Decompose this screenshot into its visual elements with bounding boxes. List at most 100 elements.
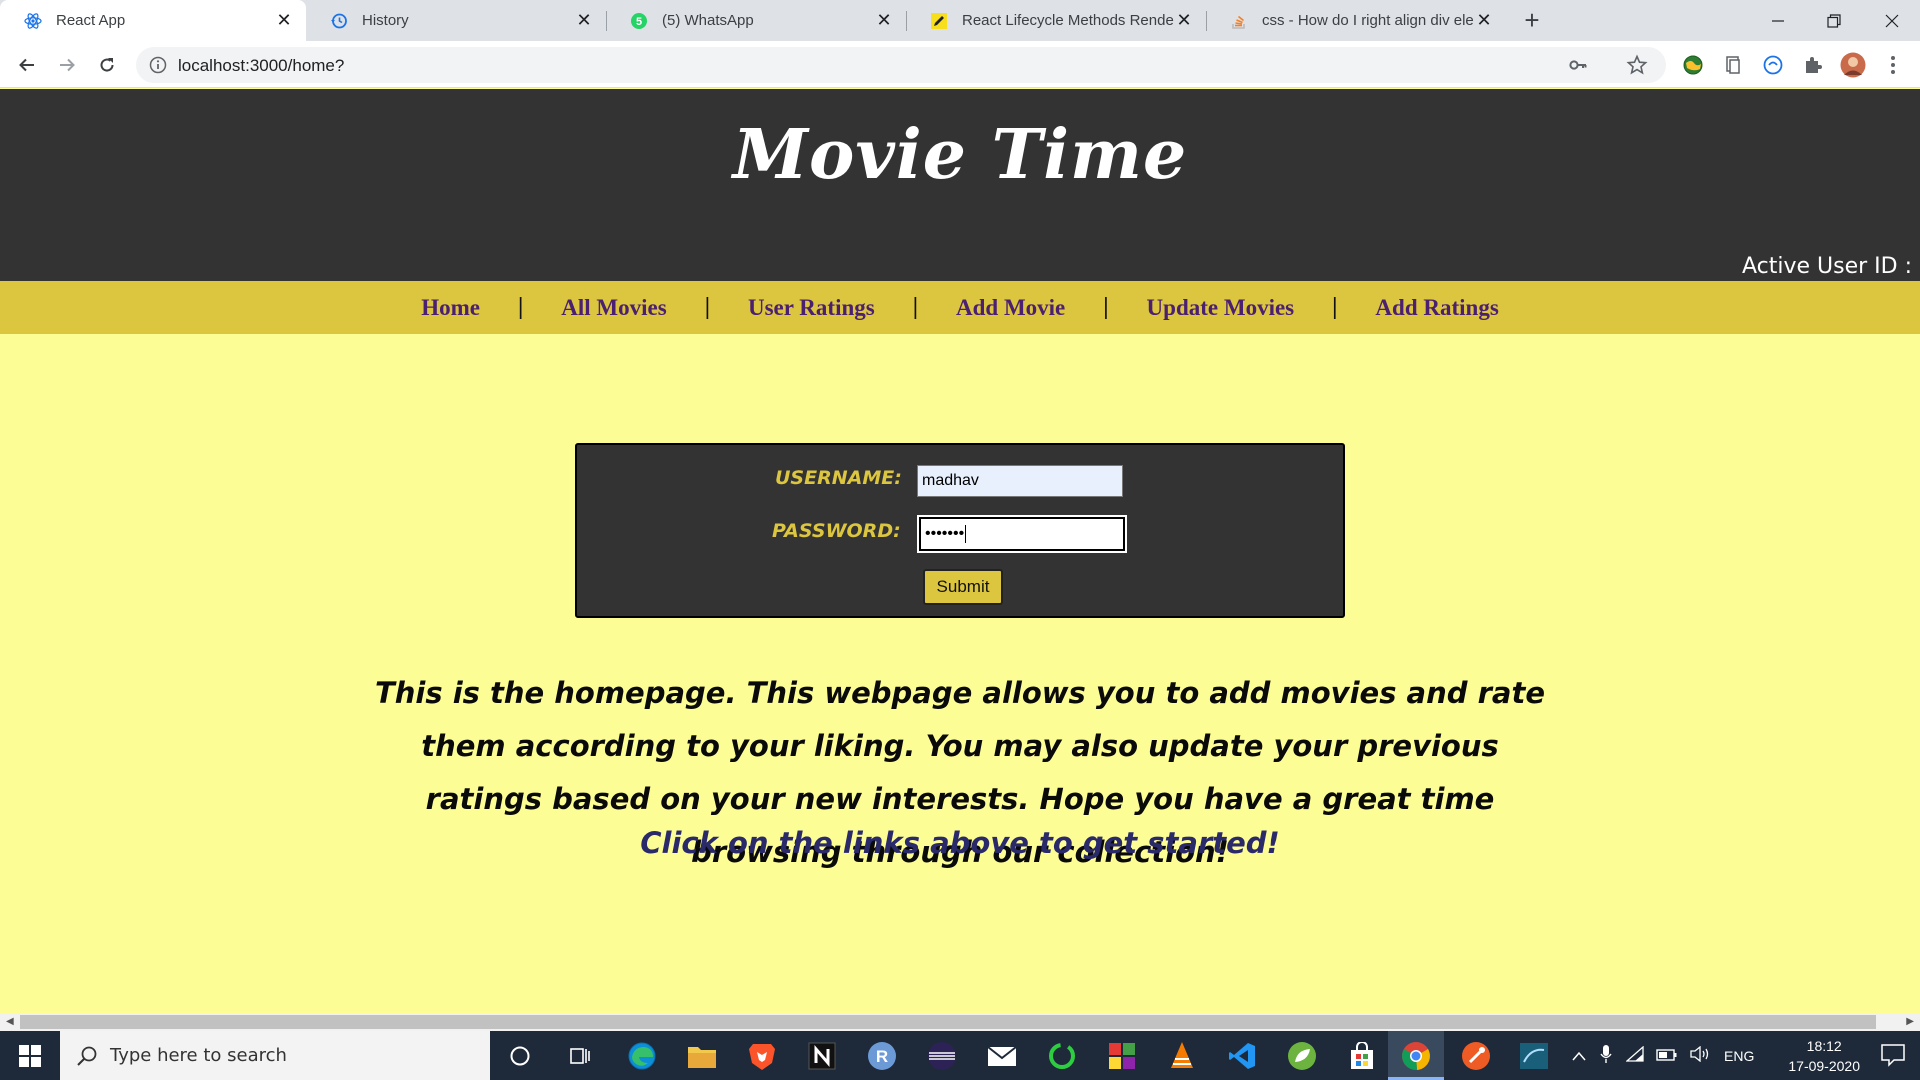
brave-browser-icon[interactable] xyxy=(744,1038,780,1074)
extension-copy-icon[interactable] xyxy=(1722,54,1744,76)
menu-kebab-icon[interactable] xyxy=(1882,54,1904,76)
text-caret xyxy=(965,525,967,543)
cortana-icon[interactable] xyxy=(502,1038,538,1074)
new-tab-button[interactable]: + xyxy=(1518,5,1546,35)
green-circle-app-icon[interactable] xyxy=(1044,1038,1080,1074)
username-value: madhav xyxy=(922,472,979,489)
vlc-player-icon[interactable] xyxy=(1164,1038,1200,1074)
store-bag-icon[interactable] xyxy=(1344,1038,1380,1074)
microphone-icon[interactable] xyxy=(1600,1044,1612,1067)
nav-link-home[interactable]: Home xyxy=(421,295,480,321)
reload-button[interactable] xyxy=(92,50,122,80)
forward-button[interactable] xyxy=(52,50,82,80)
svg-text:5: 5 xyxy=(636,16,642,28)
react-icon xyxy=(24,12,42,30)
nav-link-update-movies[interactable]: Update Movies xyxy=(1147,295,1295,321)
nav-link-all-movies[interactable]: All Movies xyxy=(561,295,666,321)
chrome-browser-icon[interactable] xyxy=(1398,1038,1434,1074)
tab-stackoverflow[interactable]: css - How do I right align div elem ✕ xyxy=(1206,0,1506,41)
notification-icon[interactable] xyxy=(1880,1043,1906,1067)
main-nav: Home | All Movies | User Ratings | Add M… xyxy=(0,281,1920,334)
extension-globe-icon[interactable] xyxy=(1682,54,1704,76)
wifi-icon[interactable] xyxy=(1625,1045,1644,1065)
restore-button[interactable] xyxy=(1806,0,1862,41)
mail-icon[interactable] xyxy=(984,1038,1020,1074)
password-field[interactable]: ••••••• xyxy=(917,515,1127,553)
start-button[interactable] xyxy=(0,1031,60,1080)
spring-tools-icon[interactable] xyxy=(1284,1038,1320,1074)
tab-react-lifecycle[interactable]: React Lifecycle Methods Render / ✕ xyxy=(906,0,1206,41)
stackoverflow-icon xyxy=(1230,12,1248,30)
language-indicator[interactable]: ENG xyxy=(1724,1048,1754,1064)
close-icon[interactable]: ✕ xyxy=(574,10,594,31)
close-icon[interactable]: ✕ xyxy=(1174,10,1194,31)
avatar[interactable] xyxy=(1840,52,1866,78)
task-view-icon[interactable] xyxy=(562,1038,598,1074)
tab-title: React Lifecycle Methods Render / xyxy=(962,12,1174,29)
key-icon[interactable] xyxy=(1568,55,1588,80)
submit-button[interactable]: Submit xyxy=(923,569,1003,605)
extensions-puzzle-icon[interactable] xyxy=(1802,54,1824,76)
chevron-up-icon[interactable] xyxy=(1572,1048,1586,1064)
nav-link-add-ratings[interactable]: Add Ratings xyxy=(1375,295,1498,321)
system-tray: ENG xyxy=(1572,1031,1754,1080)
browser-tab-strip: React App ✕ History ✕ 5 (5) WhatsApp ✕ R… xyxy=(0,0,1920,41)
close-icon[interactable]: ✕ xyxy=(274,10,294,31)
nav-link-user-ratings[interactable]: User Ratings xyxy=(748,295,875,321)
clock-date: 17-09-2020 xyxy=(1788,1058,1860,1074)
url-text: localhost:3000/home? xyxy=(178,56,345,75)
scroll-left-arrow-icon[interactable]: ◀ xyxy=(6,1016,14,1027)
info-icon[interactable] xyxy=(148,55,168,75)
volume-icon[interactable] xyxy=(1690,1045,1710,1065)
scroll-right-arrow-icon[interactable]: ▶ xyxy=(1906,1016,1914,1027)
edge-browser-icon[interactable] xyxy=(624,1038,660,1074)
username-field[interactable]: madhav xyxy=(917,465,1123,497)
password-value: ••••••• xyxy=(925,525,965,542)
bookmark-star-icon[interactable] xyxy=(1626,54,1648,81)
nav-separator: | xyxy=(1103,294,1109,320)
close-window-button[interactable] xyxy=(1864,0,1920,41)
close-icon[interactable]: ✕ xyxy=(1474,10,1494,31)
color-grid-app-icon[interactable] xyxy=(1104,1038,1140,1074)
close-icon[interactable]: ✕ xyxy=(874,10,894,31)
back-button[interactable] xyxy=(12,50,42,80)
minimize-button[interactable] xyxy=(1750,0,1806,41)
nav-separator: | xyxy=(517,294,524,320)
battery-icon[interactable] xyxy=(1656,1048,1678,1064)
r-language-icon[interactable]: R xyxy=(864,1038,900,1074)
tab-history[interactable]: History ✕ xyxy=(306,0,606,41)
eclipse-ide-icon[interactable] xyxy=(924,1038,960,1074)
extension-circle-icon[interactable] xyxy=(1762,54,1784,76)
nav-separator: | xyxy=(704,294,710,320)
browser-toolbar: localhost:3000/home? xyxy=(0,41,1920,88)
pencil-icon xyxy=(930,12,948,30)
address-bar[interactable]: localhost:3000/home? xyxy=(136,47,1666,83)
tab-whatsapp[interactable]: 5 (5) WhatsApp ✕ xyxy=(606,0,906,41)
whatsapp-icon: 5 xyxy=(630,12,648,30)
tab-title: React App xyxy=(56,12,126,29)
taskbar-clock[interactable]: 18:12 17-09-2020 xyxy=(1788,1036,1860,1076)
svg-text:R: R xyxy=(876,1047,888,1066)
horizontal-scrollbar[interactable]: ◀ ▶ xyxy=(0,1013,1920,1031)
site-title: Movie Time xyxy=(732,115,1188,195)
search-placeholder: Type here to search xyxy=(110,1045,287,1066)
mysql-workbench-icon[interactable] xyxy=(1516,1038,1552,1074)
login-form: USERNAME: madhav PASSWORD: ••••••• Submi… xyxy=(575,443,1345,618)
postman-icon[interactable] xyxy=(1458,1038,1494,1074)
scrollbar-thumb[interactable] xyxy=(20,1015,1876,1029)
tab-title: css - How do I right align div elem xyxy=(1262,12,1474,29)
search-icon xyxy=(77,1046,97,1066)
site-header: Movie Time Active User ID : xyxy=(0,89,1920,281)
call-to-action: Click on the links above to get started! xyxy=(640,826,1280,860)
username-label: USERNAME: xyxy=(775,467,902,489)
tab-react-app[interactable]: React App ✕ xyxy=(0,0,306,41)
nav-link-add-movie[interactable]: Add Movie xyxy=(956,295,1065,321)
taskbar-search-box[interactable]: Type here to search xyxy=(60,1031,490,1080)
notion-app-icon[interactable] xyxy=(804,1038,840,1074)
history-icon xyxy=(330,12,348,30)
vscode-icon[interactable] xyxy=(1224,1038,1260,1074)
file-explorer-icon[interactable] xyxy=(684,1038,720,1074)
clock-time: 18:12 xyxy=(1806,1038,1842,1054)
windows-taskbar: Type here to search R ENG 18:12 17-09-20… xyxy=(0,1031,1920,1080)
windows-logo-icon xyxy=(19,1044,41,1067)
